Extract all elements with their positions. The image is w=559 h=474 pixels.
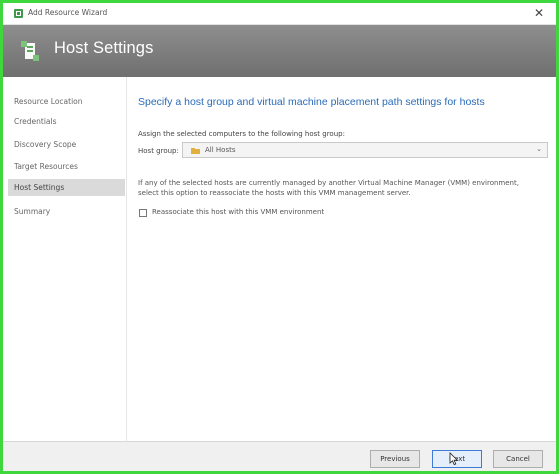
- host-group-label: Host group:: [138, 147, 179, 155]
- title-bar: Add Resource Wizard ✕: [3, 3, 556, 25]
- sidebar-item-summary[interactable]: Summary: [8, 203, 125, 220]
- sidebar-item-label: Summary: [14, 207, 51, 216]
- sidebar-item-label: Credentials: [14, 117, 57, 126]
- sidebar-item-label: Target Resources: [14, 162, 78, 171]
- sidebar-item-credentials[interactable]: Credentials: [8, 113, 125, 130]
- reassociate-info-text: If any of the selected hosts are current…: [138, 179, 519, 197]
- window-title: Add Resource Wizard: [28, 8, 108, 17]
- button-bar: Previous Next Cancel: [3, 441, 556, 471]
- wizard-steps-sidebar: Resource Location Credentials Discovery …: [3, 77, 127, 441]
- close-icon[interactable]: ✕: [532, 6, 546, 20]
- reassociate-checkbox[interactable]: [139, 209, 147, 217]
- chevron-down-icon: ⌄: [536, 145, 542, 153]
- sidebar-item-discovery-scope[interactable]: Discovery Scope: [8, 136, 125, 153]
- host-group-value: All Hosts: [205, 146, 236, 154]
- sidebar-item-host-settings[interactable]: Host Settings: [8, 179, 125, 196]
- reassociate-checkbox-label[interactable]: Reassociate this host with this VMM envi…: [152, 208, 324, 216]
- cancel-button[interactable]: Cancel: [493, 450, 543, 468]
- wizard-window: Add Resource Wizard ✕ Host Settings Reso…: [0, 0, 559, 474]
- section-heading: Specify a host group and virtual machine…: [138, 96, 485, 108]
- previous-button[interactable]: Previous: [370, 450, 420, 468]
- main-content: Specify a host group and virtual machine…: [128, 77, 556, 441]
- sidebar-item-label: Resource Location: [14, 97, 83, 106]
- assign-instruction: Assign the selected computers to the fol…: [138, 130, 345, 138]
- page-title: Host Settings: [54, 39, 154, 57]
- host-group-dropdown[interactable]: All Hosts ⌄: [182, 142, 548, 158]
- next-button[interactable]: Next: [432, 450, 482, 468]
- sidebar-item-label: Host Settings: [14, 183, 65, 192]
- folder-icon: [191, 148, 200, 154]
- header-banner: Host Settings: [3, 25, 556, 77]
- app-icon: [14, 9, 23, 18]
- sidebar-item-target-resources[interactable]: Target Resources: [8, 158, 125, 175]
- sidebar-item-label: Discovery Scope: [14, 140, 77, 149]
- host-settings-icon: [21, 41, 39, 61]
- sidebar-item-resource-location[interactable]: Resource Location: [8, 93, 125, 110]
